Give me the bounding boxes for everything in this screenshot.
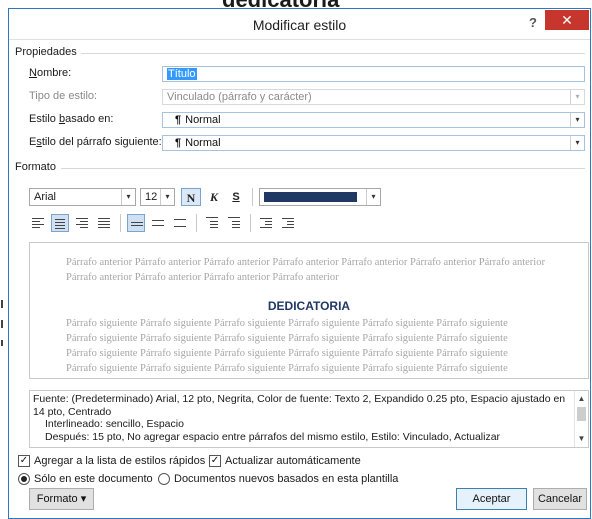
font-color-select[interactable]: ▾ <box>259 188 381 206</box>
toolbar-separator <box>250 214 251 232</box>
close-button[interactable]: ✕ <box>545 10 589 30</box>
align-left-button[interactable] <box>29 214 47 232</box>
chevron-down-icon[interactable]: ▾ <box>570 113 584 127</box>
single-spacing-button[interactable] <box>127 214 145 232</box>
font-value: Arial <box>34 191 57 203</box>
description-scrollbar[interactable]: ▲ ▼ <box>574 391 588 447</box>
scrollbar-thumb[interactable] <box>577 407 586 421</box>
align-center-button[interactable] <box>51 214 69 232</box>
description-line: Interlineado: sencillo, Espacio <box>45 418 184 430</box>
next-style-label: Estilo del párrafo siguiente: <box>29 136 162 148</box>
dialog-title: Modificar estilo <box>252 17 347 33</box>
preview-following-line: Párrafo siguiente Párrafo siguiente Párr… <box>66 376 546 378</box>
background-mark <box>1 320 3 328</box>
preview-following-line: Párrafo siguiente Párrafo siguiente Párr… <box>66 363 508 374</box>
properties-section-label: Propiedades <box>15 46 77 58</box>
preview-previous-paragraph: Párrafo anterior Párrafo anterior Párraf… <box>66 257 545 283</box>
bold-button[interactable]: N <box>181 188 201 206</box>
properties-divider <box>81 53 585 54</box>
next-style-value: Normal <box>185 137 221 149</box>
modify-style-dialog: Modificar estilo ? ✕ Propiedades Nombre:… <box>8 8 591 519</box>
chevron-down-icon[interactable]: ▾ <box>366 189 380 205</box>
add-quick-styles-checkbox[interactable]: ✓ <box>18 455 30 467</box>
format-menu-label: Formato <box>36 493 78 505</box>
style-type-select: Vinculado (párrafo y carácter) ▾ <box>162 89 585 105</box>
toolbar-separator <box>196 214 197 232</box>
double-spacing-button[interactable] <box>171 214 189 232</box>
style-type-label: Tipo de estilo: <box>29 90 98 102</box>
decrease-spacing-before-icon[interactable] <box>225 214 243 232</box>
name-label: Nombre: <box>29 67 72 79</box>
name-value: Título <box>167 68 197 80</box>
chevron-down-icon[interactable]: ▾ <box>160 189 174 205</box>
chevron-down-icon[interactable]: ▼ <box>575 433 588 446</box>
paragraph-icon: ¶ <box>175 114 182 126</box>
format-section-label: Formato <box>15 161 56 173</box>
font-color-swatch <box>264 192 357 202</box>
preview-following-line: Párrafo siguiente Párrafo siguiente Párr… <box>66 348 508 359</box>
next-style-select[interactable]: ¶ Normal ▾ <box>162 135 585 151</box>
increase-indent-icon[interactable] <box>279 214 297 232</box>
chevron-down-icon: ▾ <box>80 493 87 505</box>
paragraph-icon: ¶ <box>175 137 182 149</box>
based-on-label: Estilo basado en: <box>29 113 114 125</box>
auto-update-label: Actualizar automáticamente <box>225 455 361 467</box>
underline-button[interactable]: S <box>227 188 245 206</box>
chevron-down-icon[interactable]: ▾ <box>121 189 135 205</box>
chevron-down-icon: ▾ <box>570 90 584 104</box>
background-mark <box>1 340 3 346</box>
description-line: Después: 15 pto, No agregar espacio entr… <box>45 430 501 443</box>
style-description: Fuente: (Predeterminado) Arial, 12 pto, … <box>29 390 589 448</box>
font-size-select[interactable]: 12 ▾ <box>140 188 175 206</box>
preview-heading: DEDICATORIA <box>267 299 351 313</box>
description-line: 14 pto, Centrado <box>33 405 112 418</box>
preview-following-line: Párrafo siguiente Párrafo siguiente Párr… <box>66 318 508 329</box>
only-this-document-radio[interactable] <box>18 473 30 485</box>
add-quick-styles-label: Agregar a la lista de estilos rápidos <box>34 455 206 467</box>
increase-spacing-before-icon[interactable] <box>203 214 221 232</box>
help-button[interactable]: ? <box>521 13 545 33</box>
font-select[interactable]: Arial ▾ <box>29 188 136 206</box>
based-on-value: Normal <box>185 114 221 126</box>
background-mark <box>1 300 3 308</box>
description-line: Fuente: (Predeterminado) Arial, 12 pto, … <box>33 393 566 405</box>
cancel-button[interactable]: Cancelar <box>533 488 587 510</box>
new-documents-template-radio[interactable] <box>158 473 170 485</box>
one-half-spacing-button[interactable] <box>149 214 167 232</box>
preview-following-line: Párrafo siguiente Párrafo siguiente Párr… <box>66 333 508 344</box>
toolbar-separator <box>120 214 121 232</box>
based-on-select[interactable]: ¶ Normal ▾ <box>162 112 585 128</box>
justify-button[interactable] <box>95 214 113 232</box>
chevron-up-icon[interactable]: ▲ <box>575 393 588 406</box>
title-bar: Modificar estilo ? ✕ <box>9 9 590 40</box>
accept-button[interactable]: Aceptar <box>456 488 527 510</box>
chevron-down-icon[interactable]: ▾ <box>570 136 584 150</box>
decrease-indent-icon[interactable] <box>257 214 275 232</box>
auto-update-checkbox[interactable]: ✓ <box>209 455 221 467</box>
format-menu-button[interactable]: Formato ▾ <box>29 488 94 510</box>
background-window-strip: dedicatoria <box>0 0 592 8</box>
toolbar-separator <box>252 188 253 206</box>
font-size-value: 12 <box>145 191 158 203</box>
name-input[interactable]: Título <box>162 66 585 82</box>
style-type-value: Vinculado (párrafo y carácter) <box>167 91 312 103</box>
format-divider <box>61 168 585 169</box>
only-this-document-label: Sólo en este documento <box>34 473 153 485</box>
new-documents-template-label: Documentos nuevos basados en esta planti… <box>174 473 399 485</box>
style-preview: Párrafo anterior Párrafo anterior Párraf… <box>29 242 589 379</box>
align-right-button[interactable] <box>73 214 91 232</box>
italic-button[interactable]: K <box>205 188 223 206</box>
